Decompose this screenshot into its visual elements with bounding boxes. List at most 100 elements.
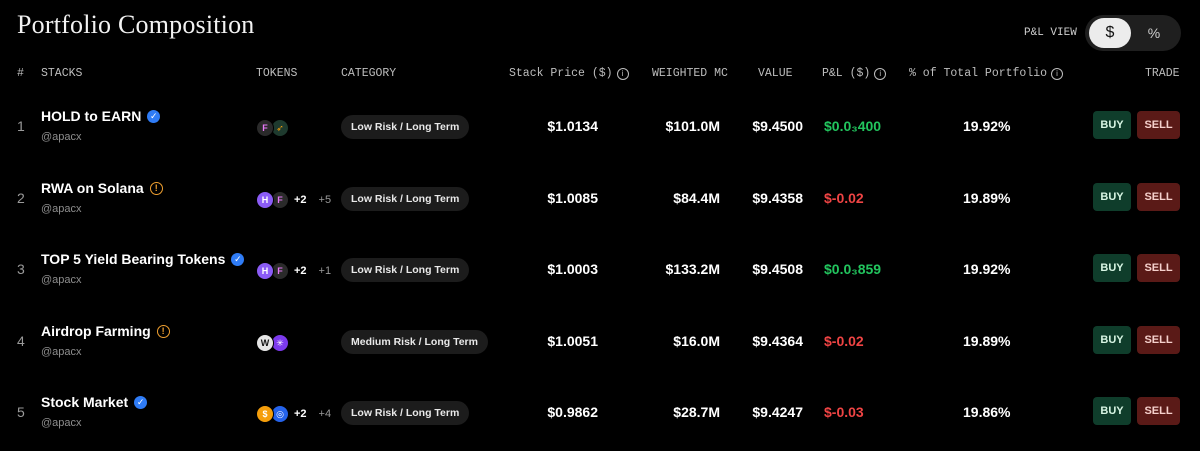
token-icons[interactable]: W ✳ (256, 334, 289, 352)
row-index: 1 (17, 118, 25, 134)
header-pct-portfolio[interactable]: % of Total Portfolio i (909, 67, 1064, 80)
tokens-plus-count: +2 (294, 265, 307, 277)
stack-name-link[interactable]: HOLD to EARN ✓ (41, 108, 161, 124)
pnl-view-label: P&L VIEW (1024, 27, 1077, 39)
pct-portfolio: 19.86% (963, 404, 1011, 420)
weighted-mc: $101.0M (665, 118, 720, 134)
category-badge: Low Risk / Long Term (341, 115, 470, 139)
table-row[interactable]: 2 RWA on Solana! @apacx H F +2 +5 Low Risk … (0, 164, 1200, 236)
category-badge: Low Risk / Long Term (341, 401, 470, 425)
sell-button[interactable]: SELL (1137, 254, 1180, 282)
warning-badge-icon[interactable]: ! (156, 324, 170, 338)
stack-price: $1.0134 (547, 118, 598, 134)
buy-button[interactable]: BUY (1093, 397, 1131, 425)
table-row[interactable]: 5 Stock Market ✓ @apacx $ ◎ +2 +4 Low Risk /… (0, 378, 1200, 450)
category-badge: Low Risk / Long Term (341, 258, 470, 282)
token-icons[interactable]: H F +2 +5 (256, 191, 331, 209)
stack-name-link[interactable]: Stock Market ✓ (41, 394, 148, 410)
pnl-value: $-0.03 (824, 404, 864, 420)
header-trade: TRADE (1145, 67, 1180, 80)
pnl-value: $0.0₃400 (824, 118, 882, 134)
sell-button[interactable]: SELL (1137, 111, 1180, 139)
header-stack-price-label: Stack Price ($) (509, 67, 613, 80)
stack-name-link[interactable]: Airdrop Farming! (41, 323, 170, 339)
stack-value: $9.4358 (752, 190, 803, 206)
sell-button[interactable]: SELL (1137, 326, 1180, 354)
weighted-mc: $28.7M (673, 404, 720, 420)
sell-button[interactable]: SELL (1137, 397, 1180, 425)
pct-portfolio: 19.92% (963, 261, 1011, 277)
buy-button[interactable]: BUY (1093, 254, 1131, 282)
header-index: # (17, 67, 24, 80)
pct-portfolio: 19.92% (963, 118, 1011, 134)
stack-name[interactable]: Stock Market (41, 394, 128, 410)
tokens-more-count: +4 (318, 408, 332, 420)
pnl-view-toggle[interactable]: $ % (1085, 15, 1181, 51)
pnl-view-dollar-button[interactable]: $ (1089, 18, 1131, 48)
stack-handle[interactable]: @apacx (41, 417, 82, 429)
info-icon[interactable]: i (616, 67, 629, 80)
header-tokens: TOKENS (256, 67, 298, 80)
h-token-icon: H (256, 262, 274, 280)
info-icon[interactable]: i (1051, 67, 1064, 80)
stack-price: $1.0003 (547, 261, 598, 277)
weighted-mc: $16.0M (673, 333, 720, 349)
stack-handle[interactable]: @apacx (41, 346, 82, 358)
table-row[interactable]: 1 HOLD to EARN ✓ @apacx F ➶ Low Risk / Lon… (0, 92, 1200, 164)
token-icons[interactable]: H F +2 +1 (256, 262, 331, 280)
pnl-value: $-0.02 (824, 333, 864, 349)
header-value[interactable]: VALUE (758, 67, 793, 80)
header-pnl-label: P&L ($) (822, 67, 871, 80)
pct-portfolio: 19.89% (963, 190, 1011, 206)
table-row[interactable]: 3 TOP 5 Yield Bearing Tokens ✓ @apacx H F +… (0, 235, 1200, 307)
verified-badge-icon: ✓ (147, 109, 161, 123)
header-stacks[interactable]: STACKS (41, 67, 82, 80)
header-weighted-mc[interactable]: WEIGHTED MC (652, 67, 728, 80)
header-pnl[interactable]: P&L ($) i (822, 67, 887, 80)
page-title: Portfolio Composition (17, 10, 255, 39)
category-badge: Low Risk / Long Term (341, 187, 470, 211)
buy-button[interactable]: BUY (1093, 111, 1131, 139)
stack-handle[interactable]: @apacx (41, 131, 82, 143)
weighted-mc: $84.4M (673, 190, 720, 206)
verified-badge-icon: ✓ (134, 395, 148, 409)
stack-value: $9.4247 (752, 404, 803, 420)
table-row[interactable]: 4 Airdrop Farming! @apacx W ✳ Medium Risk… (0, 307, 1200, 379)
stack-handle[interactable]: @apacx (41, 203, 82, 215)
buy-button[interactable]: BUY (1093, 183, 1131, 211)
stack-name[interactable]: HOLD to EARN (41, 108, 141, 124)
row-index: 2 (17, 190, 25, 206)
header-category: CATEGORY (341, 67, 397, 80)
warning-badge-icon[interactable]: ! (149, 181, 163, 195)
pct-portfolio: 19.89% (963, 333, 1011, 349)
weighted-mc: $133.2M (665, 261, 720, 277)
stack-name[interactable]: RWA on Solana (41, 180, 144, 196)
row-index: 4 (17, 333, 25, 349)
stack-handle[interactable]: @apacx (41, 274, 82, 286)
token-icons[interactable]: F ➶ (256, 119, 289, 137)
stack-price: $0.9862 (547, 404, 598, 420)
info-icon[interactable]: i (874, 67, 887, 80)
f-token-icon: F (256, 119, 274, 137)
h-token-icon: H (256, 191, 274, 209)
header-pct-portfolio-label: % of Total Portfolio (909, 67, 1048, 80)
stack-value: $9.4364 (752, 333, 803, 349)
pnl-view-percent-button[interactable]: % (1133, 18, 1175, 48)
tokens-plus-count: +2 (294, 408, 307, 420)
pnl-value: $0.0₃859 (824, 261, 882, 277)
dollar-token-icon: $ (256, 405, 274, 423)
sell-button[interactable]: SELL (1137, 183, 1180, 211)
stack-name-link[interactable]: RWA on Solana! (41, 180, 163, 196)
stack-value: $9.4500 (752, 118, 803, 134)
category-badge: Medium Risk / Long Term (341, 330, 488, 354)
stack-name[interactable]: Airdrop Farming (41, 323, 151, 339)
buy-button[interactable]: BUY (1093, 326, 1131, 354)
token-icons[interactable]: $ ◎ +2 +4 (256, 405, 331, 423)
tokens-plus-count: +2 (294, 194, 307, 206)
stack-price: $1.0085 (547, 190, 598, 206)
stack-name-link[interactable]: TOP 5 Yield Bearing Tokens ✓ (41, 251, 245, 267)
header-stack-price[interactable]: Stack Price ($) i (509, 67, 629, 80)
stack-name[interactable]: TOP 5 Yield Bearing Tokens (41, 251, 225, 267)
verified-badge-icon: ✓ (231, 252, 245, 266)
bird-token-icon: W (256, 334, 274, 352)
